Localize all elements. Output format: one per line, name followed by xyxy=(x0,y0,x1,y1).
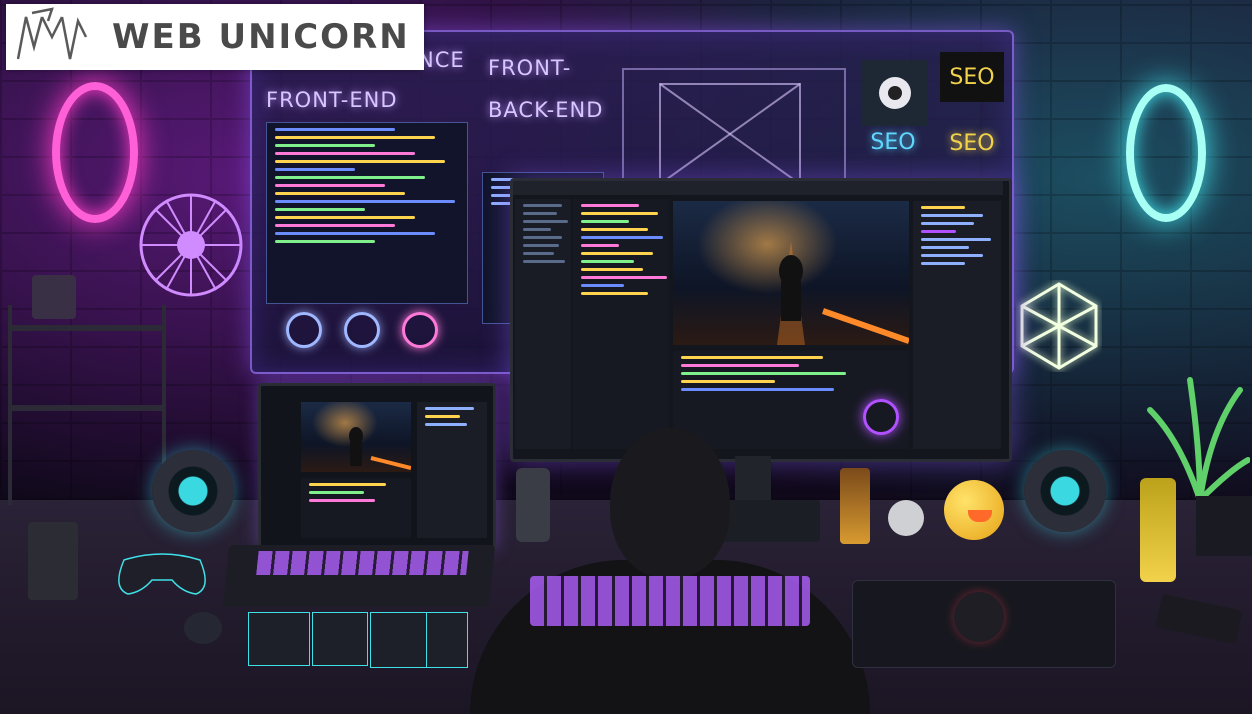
speaker-left-icon xyxy=(152,450,234,532)
mouse-left xyxy=(184,612,222,644)
seo-icon-tile xyxy=(862,60,928,126)
wall-round-icon-3 xyxy=(402,312,438,348)
wall-round-icon-1 xyxy=(286,312,322,348)
phone-card-2 xyxy=(312,612,368,666)
monitor-code-editor xyxy=(573,199,669,449)
smiley-ball xyxy=(944,480,1004,540)
laptop-game-preview xyxy=(301,402,411,472)
plant-icon xyxy=(1147,377,1250,503)
logo-banner: WEB UNICORN xyxy=(6,4,424,70)
logo-text: WEB UNICORN xyxy=(112,17,410,57)
workspace-scene: NCE FRONT-END FRONT- BACK-END SEO SEO SE… xyxy=(0,0,1252,714)
wall-label-back-end: BACK-END xyxy=(488,98,604,122)
ring-light-left-icon xyxy=(52,82,138,223)
phone-card-3 xyxy=(370,612,428,668)
seo-label-3: SEO xyxy=(949,130,995,156)
mouse-right xyxy=(954,592,1004,642)
monitor-stand xyxy=(735,456,771,506)
gamepad-icon xyxy=(118,553,206,595)
main-monitor xyxy=(510,178,1012,462)
laptop-code xyxy=(301,478,411,538)
plant-pot xyxy=(1196,496,1252,556)
laptop-screen xyxy=(258,383,496,549)
speaker-right-icon xyxy=(1024,450,1106,532)
ring-light-right-icon xyxy=(1126,84,1206,222)
wall-code-panel xyxy=(266,122,468,304)
monitor-right-panel xyxy=(913,201,1001,449)
seo-label-1: SEO xyxy=(940,52,1004,102)
wall-round-icon-2 xyxy=(344,312,380,348)
laptop-side-panel xyxy=(417,402,487,538)
wall-label-front-dash: FRONT- xyxy=(488,56,572,80)
geometric-lamp-icon xyxy=(1020,282,1098,370)
left-shelf xyxy=(8,275,166,505)
game-preview xyxy=(673,201,909,345)
monitor-file-tree xyxy=(515,199,571,449)
laptop-base xyxy=(222,545,496,607)
tumbler xyxy=(516,468,550,542)
person-head xyxy=(610,428,730,578)
seo-label-2: SEO xyxy=(870,129,916,155)
main-keyboard xyxy=(530,576,810,626)
play-button-icon xyxy=(863,399,899,435)
wall-label-front-end: FRONT-END xyxy=(266,88,398,112)
small-ball xyxy=(888,500,924,536)
unicorn-logo-icon xyxy=(16,7,88,60)
phone-card-4 xyxy=(426,612,468,668)
amber-bottle xyxy=(840,468,870,544)
cup-left xyxy=(28,522,78,600)
wall-label-partial: NCE xyxy=(418,48,465,72)
wall-fan-icon xyxy=(139,193,243,297)
phone-card-1 xyxy=(248,612,310,666)
